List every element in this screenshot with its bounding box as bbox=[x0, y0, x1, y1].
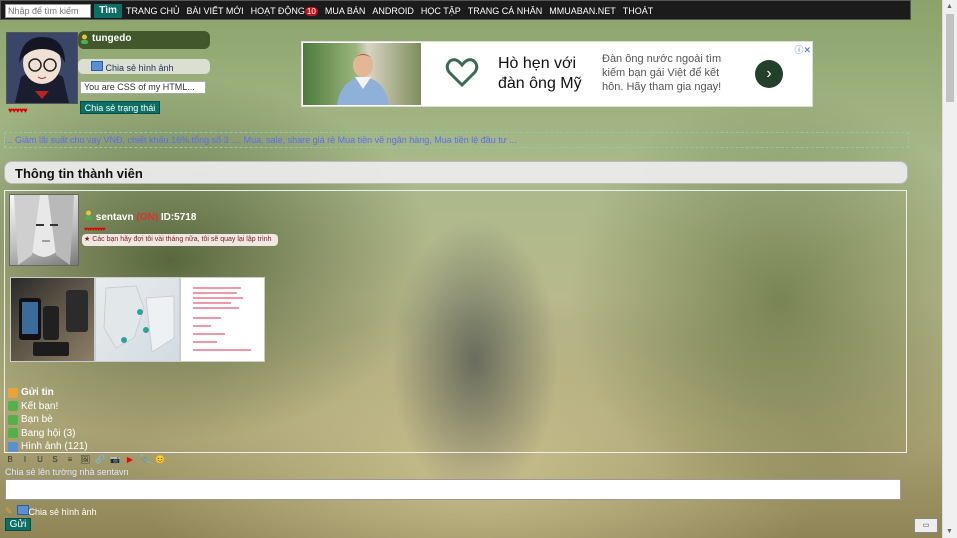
camera-icon[interactable]: 📷 bbox=[110, 455, 120, 465]
strike-button[interactable]: S bbox=[50, 455, 60, 465]
photos-link[interactable]: Hình ảnh (121) bbox=[8, 440, 88, 454]
wall-post-editor[interactable] bbox=[5, 479, 901, 500]
bold-button[interactable]: B bbox=[5, 455, 15, 465]
member-rating-hearts: ♥♥♥♥♥♥♥♥ bbox=[84, 227, 105, 233]
ad-choices-icon[interactable]: ⓘ✕ bbox=[794, 43, 811, 56]
scroll-down-icon[interactable]: ▼ bbox=[946, 528, 953, 535]
scroll-up-icon[interactable]: ▲ bbox=[946, 3, 953, 10]
username[interactable]: tungedo bbox=[92, 33, 131, 44]
member-user-icon bbox=[85, 210, 92, 220]
scroll-thumb[interactable] bbox=[946, 14, 954, 102]
editor-bottom-row: ✎ Chia sẻ hình ảnh bbox=[5, 505, 97, 517]
heart-logo-icon bbox=[445, 58, 479, 88]
groups-icon bbox=[8, 428, 18, 439]
emoji-icon[interactable]: 😊 bbox=[155, 455, 165, 465]
add-friend-icon bbox=[8, 401, 18, 412]
nav-new-posts[interactable]: BÀI VIẾT MỚI bbox=[187, 6, 244, 16]
member-status: ★ Các bạn hãy đợi tôi vài tháng nữa, tôi… bbox=[82, 234, 278, 246]
send-message-link[interactable]: Gửi tin bbox=[8, 386, 88, 400]
groups-link[interactable]: Bang hội (3) bbox=[8, 427, 88, 441]
member-id: ID:5718 bbox=[160, 212, 197, 223]
page-scrollbar[interactable]: ▲ ▼ bbox=[942, 0, 957, 538]
top-navbar: Tìm TRANG CHỦ BÀI VIẾT MỚI HOẠT ĐỘNG10 M… bbox=[0, 0, 911, 20]
nav-marketplace[interactable]: MUA BÁN bbox=[325, 6, 366, 16]
pencil-icon[interactable]: ✎ bbox=[5, 506, 13, 517]
status-field[interactable]: You are CSS of my HTML... bbox=[80, 81, 206, 94]
user-avatar[interactable] bbox=[6, 32, 78, 104]
nav-activity-label: HOẠT ĐỘNG bbox=[250, 6, 305, 16]
member-actions: Gửi tin Kết bạn! Bạn bè Bang hội (3) Hìn… bbox=[8, 386, 88, 454]
youtube-icon[interactable]: ▶ bbox=[125, 455, 135, 465]
friends-icon bbox=[8, 414, 18, 425]
image-icon bbox=[16, 505, 29, 515]
search-button[interactable]: Tìm bbox=[94, 4, 122, 18]
add-friend-link[interactable]: Kết bạn! bbox=[8, 400, 88, 414]
notification-badge: 10 bbox=[304, 7, 318, 16]
ad-next-arrow-icon[interactable]: › bbox=[755, 60, 783, 88]
member-avatar[interactable] bbox=[9, 194, 79, 266]
add-friend-label: Kết bạn! bbox=[21, 400, 59, 412]
member-panel-header: Thông tin thành viên bbox=[4, 161, 908, 184]
nav-profile[interactable]: TRANG CÁ NHÂN bbox=[468, 6, 543, 16]
share-status-button[interactable]: Chia sẻ trạng thái bbox=[80, 101, 160, 114]
underline-button[interactable]: U bbox=[35, 455, 45, 465]
photos-label: Hình ảnh (121) bbox=[21, 441, 88, 452]
photo-thumbnail[interactable] bbox=[10, 277, 95, 362]
search-input[interactable] bbox=[5, 4, 91, 18]
main-nav: TRANG CHỦ BÀI VIẾT MỚI HOẠT ĐỘNG 10 MUA B… bbox=[126, 1, 660, 21]
chat-toggle-icon[interactable]: ▭ bbox=[914, 518, 938, 533]
online-status: (ON) bbox=[136, 212, 159, 223]
photos-icon bbox=[8, 441, 18, 452]
bottom-share-image-label: Chia sẻ hình ảnh bbox=[28, 507, 97, 517]
nav-activity[interactable]: HOẠT ĐỘNG 10 bbox=[251, 6, 318, 16]
groups-label: Bang hội (3) bbox=[21, 427, 76, 439]
panel-title: Thông tin thành viên bbox=[15, 166, 143, 181]
image-icon bbox=[91, 61, 103, 71]
friends-link[interactable]: Bạn bè bbox=[8, 413, 88, 427]
photo-thumbnail[interactable] bbox=[180, 277, 265, 362]
editor-toolbar: B I U S ≡ 🖼 🔗 📷 ▶ 📎 😊 bbox=[5, 455, 165, 466]
member-name[interactable]: sentavn bbox=[96, 212, 134, 223]
italic-button[interactable]: I bbox=[20, 455, 30, 465]
nav-android[interactable]: ANDROID bbox=[372, 6, 414, 16]
photo-thumbnail[interactable] bbox=[95, 277, 180, 362]
nav-mmuaban[interactable]: MMUABAN.NET bbox=[549, 6, 616, 16]
bottom-share-image-link[interactable]: Chia sẻ hình ảnh bbox=[16, 505, 97, 517]
share-image-link[interactable]: Chia sẻ hình ảnh bbox=[91, 61, 174, 73]
insert-image-icon[interactable]: 🖼 bbox=[80, 455, 90, 465]
advertisement-banner[interactable]: Hò hẹn với đàn ông Mỹ Đàn ông nước ngoài… bbox=[301, 41, 813, 107]
friends-label: Bạn bè bbox=[21, 414, 53, 425]
ad-image bbox=[303, 43, 421, 105]
member-name-line: sentavn (ON) ID:5718 bbox=[84, 210, 196, 223]
nav-home[interactable]: TRANG CHỦ bbox=[126, 6, 180, 16]
nav-learning[interactable]: HỌC TẬP bbox=[421, 6, 461, 16]
mail-icon bbox=[8, 387, 18, 398]
attachment-icon[interactable]: 📎 bbox=[140, 455, 150, 465]
insert-link-icon[interactable]: 🔗 bbox=[95, 455, 105, 465]
nav-logout[interactable]: THOÁT bbox=[623, 6, 654, 16]
rating-hearts: ♥♥♥♥♥ bbox=[8, 106, 28, 115]
member-status-text: Các bạn hãy đợi tôi vài tháng nữa, tôi s… bbox=[92, 236, 272, 243]
star-icon: ★ bbox=[84, 236, 91, 243]
send-message-label: Gửi tin bbox=[21, 387, 54, 398]
wall-share-label: Chia sẻ lên tường nhà sentavn bbox=[5, 467, 129, 477]
share-image-label: Chia sẻ hình ảnh bbox=[105, 63, 174, 73]
user-icon bbox=[81, 34, 88, 44]
ad-title[interactable]: Hò hẹn với đàn ông Mỹ bbox=[498, 54, 598, 94]
align-icon[interactable]: ≡ bbox=[65, 455, 75, 465]
news-ticker[interactable]: ... Giảm lãi suất cho vay VNĐ, chiết khấ… bbox=[4, 132, 909, 148]
send-button[interactable]: Gửi bbox=[5, 518, 31, 531]
ad-description: Đàn ông nước ngoài tìm kiếm bạn gái Việt… bbox=[602, 53, 722, 93]
